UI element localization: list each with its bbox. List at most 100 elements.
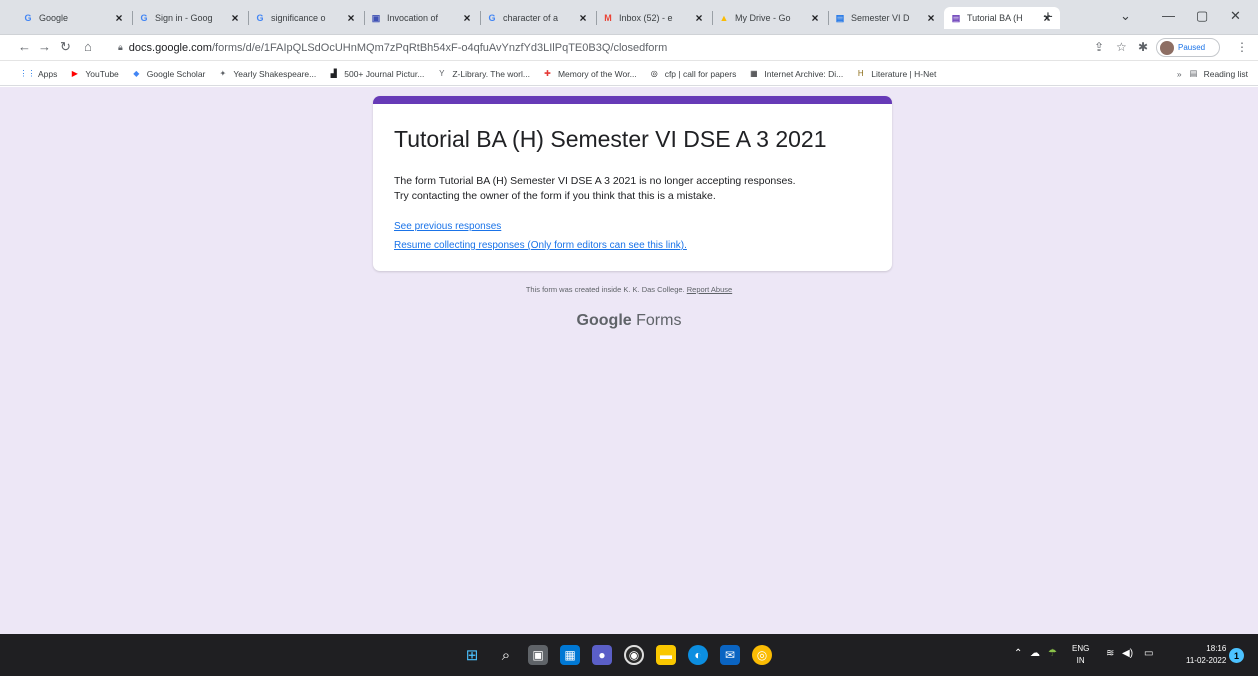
onedrive-icon[interactable]: ☁ (1030, 648, 1040, 659)
tray-chevron-up-icon[interactable]: ⌃ (1014, 648, 1022, 659)
tab-close-icon[interactable]: × (460, 11, 474, 25)
bookmark-favicon-icon: Y (439, 69, 445, 78)
report-abuse-link[interactable]: Report Abuse (687, 285, 732, 294)
browser-tab[interactable]: M Inbox (52) - e × (596, 7, 712, 29)
form-card: Tutorial BA (H) Semester VI DSE A 3 2021… (373, 96, 892, 271)
edge-icon[interactable]: ◐ (688, 645, 708, 665)
tab-favicon-icon: ▤ (835, 12, 845, 23)
page-title: Tutorial BA (H) Semester VI DSE A 3 2021 (394, 126, 827, 152)
tab-close-icon[interactable]: × (924, 11, 938, 25)
chrome-icon[interactable]: ◎ (752, 645, 772, 665)
bookmark-label: YouTube (85, 68, 119, 79)
browser-tab[interactable]: ▣ Invocation of × (364, 7, 480, 29)
tab-title: significance o (271, 13, 326, 23)
browser-tab[interactable]: ▤ Semester VI D × (828, 7, 944, 29)
clock-date: 11-02-2022 (1186, 656, 1227, 665)
tab-favicon-icon: G (24, 13, 32, 23)
bookmarks-bar: ⋮⋮ Apps ▶ YouTube ◆ Google Scholar ✦ Yearly Sha… (0, 62, 1258, 86)
bookmark-favicon-icon: ✦ (219, 69, 227, 78)
search-icon[interactable]: ⌕ (496, 645, 516, 665)
closed-message-line-1: The form Tutorial BA (H) Semester VI DSE… (394, 175, 796, 187)
input-language[interactable]: ENG IN (1072, 643, 1089, 667)
lock-icon[interactable]: 🔒︎ (118, 42, 123, 53)
bookmark-item[interactable]: ▟ 500+ Journal Pictur... (328, 69, 425, 79)
bookmark-item[interactable]: ◆ Google Scholar (131, 68, 206, 79)
chat-icon[interactable]: ● (592, 645, 612, 665)
browser-tab[interactable]: G Sign in - Goog × (132, 7, 248, 29)
task-view-icon[interactable]: ▣ (528, 645, 548, 665)
created-inside-text: This form was created inside K. K. Das C… (525, 285, 685, 294)
menu-kebab-icon[interactable]: ⋮ (1236, 40, 1248, 54)
bookmark-item[interactable]: ⋮⋮ Apps (20, 69, 58, 79)
share-icon[interactable]: ⇪ (1094, 40, 1104, 54)
bookmark-label: Google Scholar (146, 68, 206, 79)
google-forms-logo[interactable]: Google Forms (0, 312, 1258, 330)
tab-close-icon[interactable]: × (576, 11, 590, 25)
new-tab-button[interactable]: + (1043, 7, 1053, 27)
tab-close-icon[interactable]: × (692, 11, 706, 25)
clock-time: 18:16 (1206, 644, 1227, 653)
bookmark-item[interactable]: ✦ Yearly Shakespeare... (217, 68, 317, 79)
browser-tab[interactable]: Gsignificance o × (248, 7, 364, 29)
tab-close-icon[interactable]: × (808, 11, 822, 25)
see-previous-responses-link[interactable]: See previous responses (394, 221, 501, 232)
bookmark-label: Memory of the Wor... (557, 68, 637, 79)
address-bar[interactable]: 🔒︎ docs.google.com/forms/d/e/1FAIpQLSdOc… (118, 37, 1088, 58)
region-code: IN (1076, 656, 1085, 665)
tab-search-icon[interactable]: ⌄ (1120, 8, 1131, 24)
back-icon[interactable]: ← (18, 39, 31, 54)
browser-tab[interactable]: G Google × (16, 7, 132, 29)
bookmark-label: Literature | H-Net (871, 68, 937, 79)
bookmark-label: Internet Archive: Di... (764, 68, 844, 79)
bookmark-label: Yearly Shakespeare... (233, 68, 317, 79)
bookmark-item[interactable]: Y Z-Library. The worl... (436, 69, 530, 79)
footer-text: This form was created inside K. K. Das C… (0, 285, 1258, 294)
browser-toolbar: ← → ↻ ⌂ 🔒︎ docs.google.com/forms/d/e/1FA… (0, 35, 1258, 61)
tab-favicon-icon: ▤ (951, 12, 961, 23)
overflow-chevron-icon[interactable]: » (1177, 69, 1182, 79)
reload-icon[interactable]: ↻ (60, 39, 71, 55)
weather-icon[interactable]: ☂ (1048, 648, 1057, 659)
forward-icon[interactable]: → (38, 39, 51, 54)
tab-favicon-icon: G (140, 13, 148, 23)
profile-button[interactable]: Paused (1156, 38, 1220, 57)
tab-favicon-icon: G (256, 13, 264, 23)
bookmark-item[interactable]: ◎ cfp | call for papers (649, 69, 737, 79)
bookmark-item[interactable]: ▶ YouTube (69, 68, 119, 79)
maximize-button[interactable]: ▢ (1196, 8, 1208, 24)
tab-title: Semester VI D (851, 13, 910, 23)
widgets-icon[interactable]: ▦ (560, 645, 580, 665)
tab-close-icon[interactable]: × (344, 11, 358, 25)
browser-tab[interactable]: Gcharacter of a × (480, 7, 596, 29)
extensions-icon[interactable]: ✱ (1138, 40, 1148, 54)
bookmark-item[interactable]: ✚ Memory of the Wor... (542, 69, 637, 79)
page-content: Tutorial BA (H) Semester VI DSE A 3 2021… (0, 87, 1258, 634)
bookmark-star-icon[interactable]: ☆ (1116, 40, 1127, 54)
resume-collecting-link[interactable]: Resume collecting responses (Only form e… (394, 240, 687, 251)
wifi-icon[interactable]: ≋ (1106, 648, 1114, 659)
volume-icon[interactable]: ◀︎) (1122, 648, 1133, 659)
system-clock[interactable]: 18:16 11-02-2022 (1186, 643, 1226, 667)
start-windows-icon[interactable]: ⊞ (462, 645, 482, 665)
windows-taskbar: ⊞ ⌕ ▣ ▦ ● ◉ ▬ ◐ ✉ ◎ ⌃ ☁ ☂ ENG IN ≋ ◀︎) ▭… (0, 634, 1258, 676)
home-icon[interactable]: ⌂ (84, 39, 92, 54)
tab-title: My Drive - Go (735, 13, 791, 23)
browser-tab[interactable]: ▲ My Drive - Go × (712, 7, 828, 29)
bookmark-favicon-icon: ✚ (544, 69, 551, 78)
tab-favicon-icon: M (604, 13, 612, 23)
notification-badge[interactable]: 1 (1229, 648, 1244, 663)
battery-icon[interactable]: ▭ (1144, 648, 1153, 659)
github-icon[interactable]: ◉ (624, 645, 644, 665)
bookmark-item[interactable]: H Literature | H-Net (855, 69, 936, 79)
bookmark-item[interactable]: ▦ Internet Archive: Di... (748, 69, 843, 79)
tab-favicon-icon: ▣ (371, 12, 381, 23)
reading-list-label: Reading list (1203, 68, 1248, 79)
file-explorer-icon[interactable]: ▬ (656, 645, 676, 665)
close-window-button[interactable]: ✕ (1230, 8, 1241, 24)
tab-close-icon[interactable]: × (228, 11, 242, 25)
minimize-button[interactable]: — (1162, 8, 1175, 23)
avatar (1160, 40, 1174, 55)
reading-list[interactable]: » ▤ Reading list (1177, 68, 1248, 79)
tab-close-icon[interactable]: × (112, 11, 126, 25)
mail-icon[interactable]: ✉ (720, 645, 740, 665)
